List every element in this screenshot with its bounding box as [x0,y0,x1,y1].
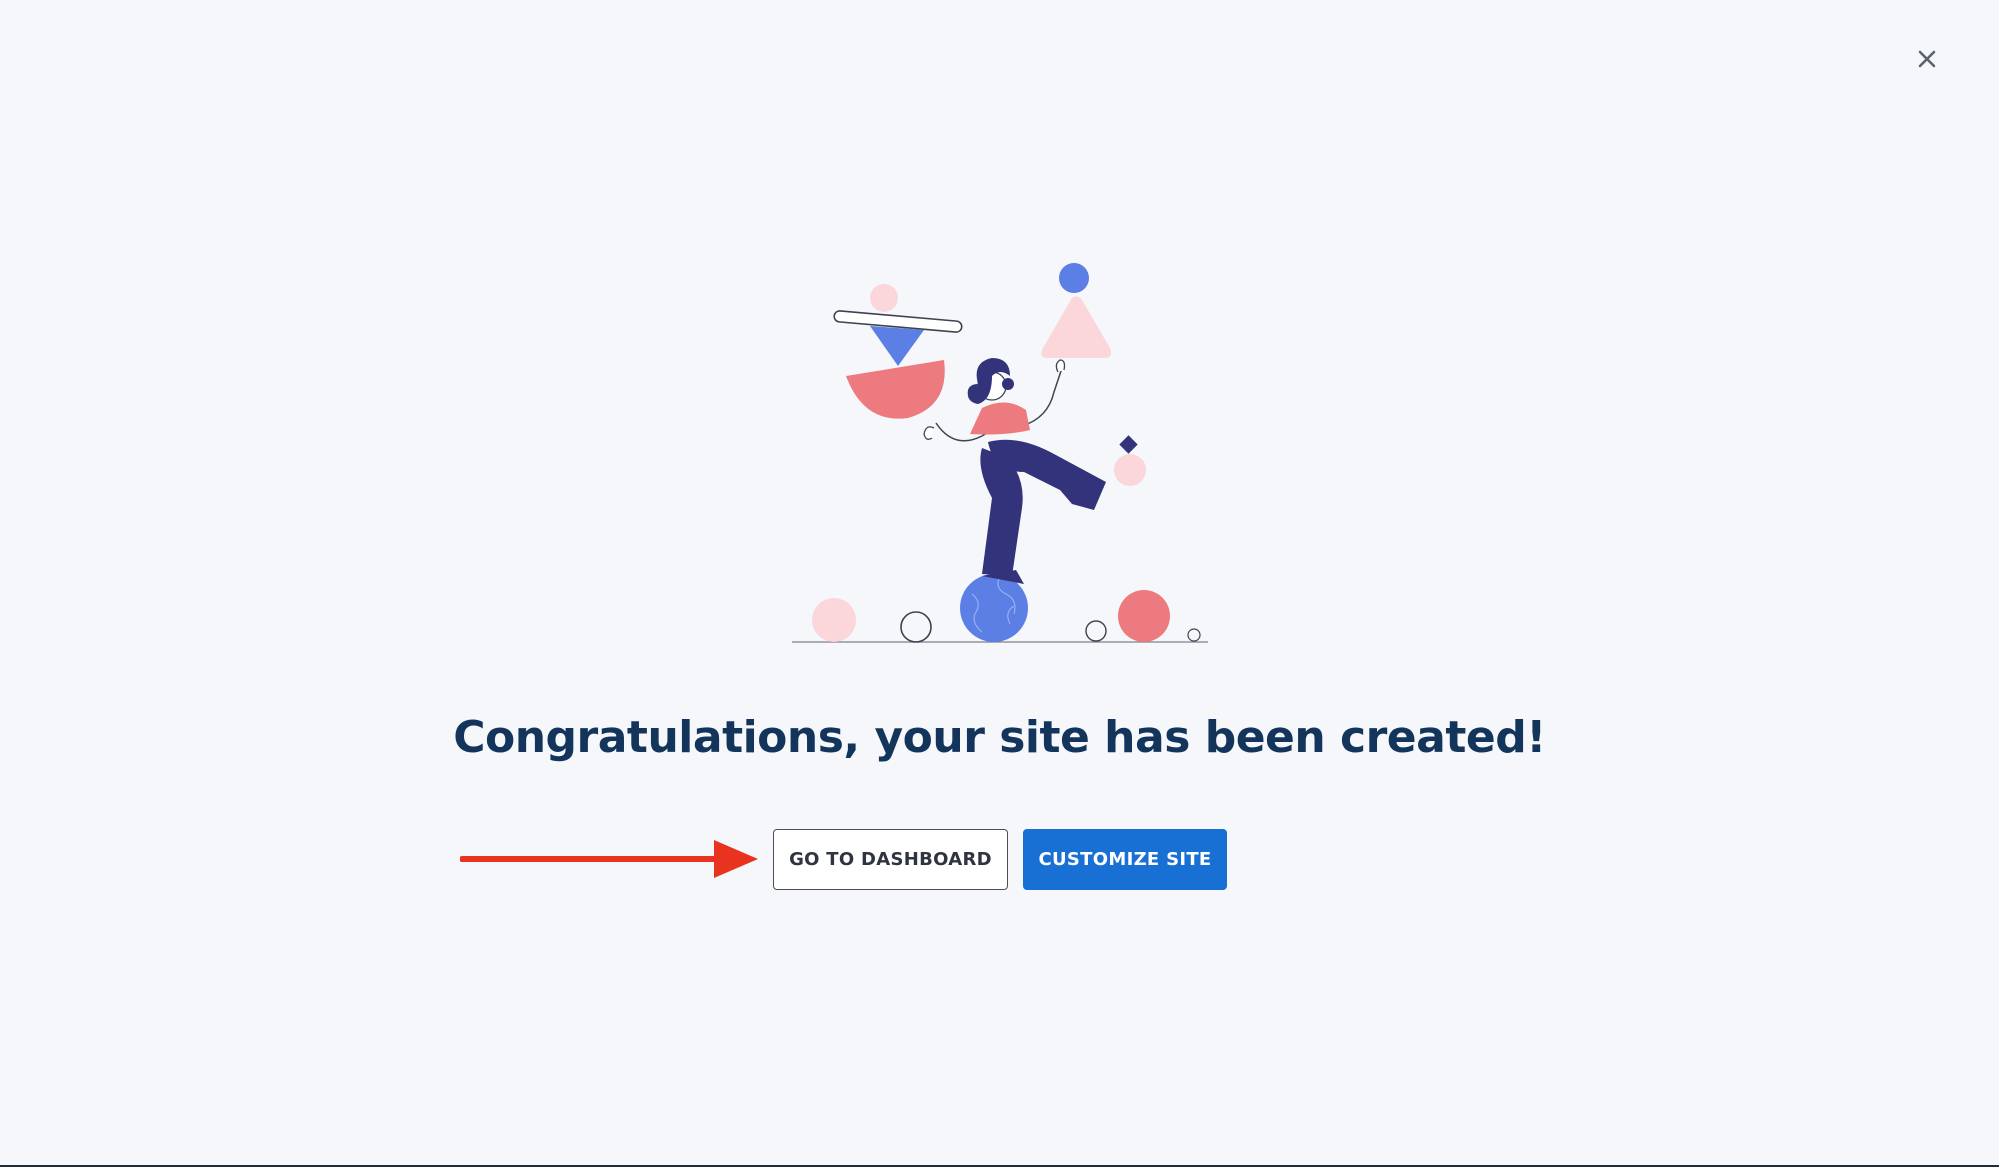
blue-triangle-shape [870,326,924,366]
red-arrow-icon [460,840,758,878]
torso-shape [970,402,1030,435]
close-icon [1918,50,1936,68]
go-to-dashboard-button[interactable]: GO TO DASHBOARD [773,829,1008,890]
success-dialog: Congratulations, your site has been crea… [0,0,1999,1167]
customize-site-button[interactable]: CUSTOMIZE SITE [1023,829,1227,890]
balancing-person-illustration [792,263,1208,643]
page-title: Congratulations, your site has been crea… [453,712,1546,763]
globe-ball-shape [960,574,1028,642]
tiny-outline-ball-shape [1187,628,1201,642]
coral-ball-shape [1118,590,1170,642]
action-buttons: GO TO DASHBOARD CUSTOMIZE SITE [773,829,1227,890]
pink-ball-shape [812,598,856,642]
outline-ball-shape [900,611,932,643]
navy-diamond-shape [1119,435,1138,454]
pink-triangle-shape [1041,296,1112,358]
coral-bowl-shape [846,360,945,419]
close-button[interactable] [1912,44,1942,74]
blue-dot-shape [1059,263,1089,293]
small-outline-ball-shape [1085,620,1107,642]
